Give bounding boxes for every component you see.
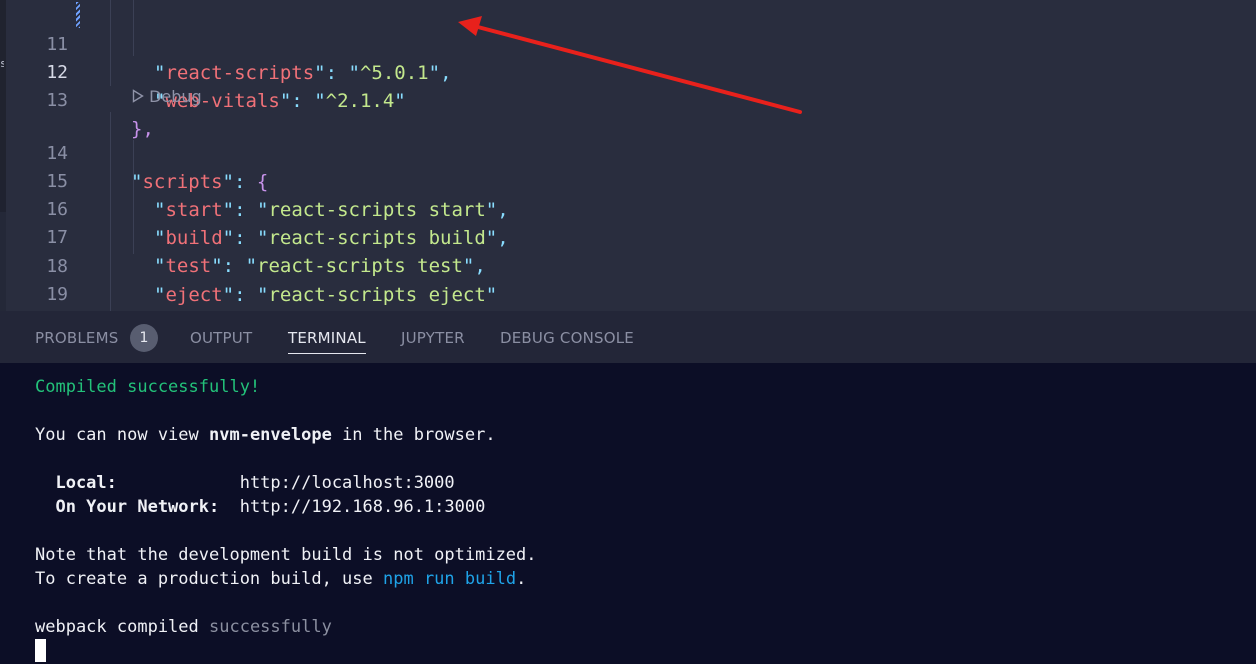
npm-command: npm run build xyxy=(383,569,517,589)
app-name: nvm-envelope xyxy=(209,425,332,445)
prod-suffix: . xyxy=(516,569,527,589)
local-url[interactable]: http://localhost:3000 xyxy=(240,473,455,493)
note-message: Note that the development build is not o… xyxy=(35,545,537,565)
red-annotation-arrow xyxy=(458,16,802,114)
local-address-line: Local: http://localhost:3000 xyxy=(35,471,455,495)
view-message: You can now view nvm-envelope in the bro… xyxy=(35,423,496,447)
network-url[interactable]: http://192.168.96.1:3000 xyxy=(240,497,486,517)
view-suffix: in the browser. xyxy=(331,425,496,445)
prod-prefix: To create a production build, use xyxy=(35,569,383,589)
problems-count-badge: 1 xyxy=(130,324,158,352)
local-label: Local: xyxy=(35,473,240,493)
webpack-status: successfully xyxy=(209,617,332,637)
compiled-message: Compiled successfully! xyxy=(35,377,261,397)
bottom-panel: PROBLEMS 1 OUTPUT TERMINAL JUPYTER DEBUG… xyxy=(0,311,1256,664)
webpack-message: webpack compiled successfully xyxy=(35,615,332,639)
tab-terminal[interactable]: TERMINAL xyxy=(288,327,366,354)
tab-output[interactable]: OUTPUT xyxy=(190,327,252,353)
tab-jupyter[interactable]: JUPYTER xyxy=(401,327,465,353)
production-build-message: To create a production build, use npm ru… xyxy=(35,567,526,591)
tab-problems[interactable]: PROBLEMS xyxy=(35,327,118,353)
view-prefix: You can now view xyxy=(35,425,209,445)
panel-tab-bar: PROBLEMS 1 OUTPUT TERMINAL JUPYTER DEBUG… xyxy=(0,311,1256,363)
code-editor[interactable]: s 11 "react-scripts": "^5.0.1", 12 "web-… xyxy=(0,0,1256,311)
network-label: On Your Network: xyxy=(35,497,240,517)
tab-debug-console[interactable]: DEBUG CONSOLE xyxy=(500,327,634,353)
terminal-cursor xyxy=(35,639,46,662)
network-address-line: On Your Network: http://192.168.96.1:300… xyxy=(35,495,485,519)
webpack-prefix: webpack compiled xyxy=(35,617,209,637)
